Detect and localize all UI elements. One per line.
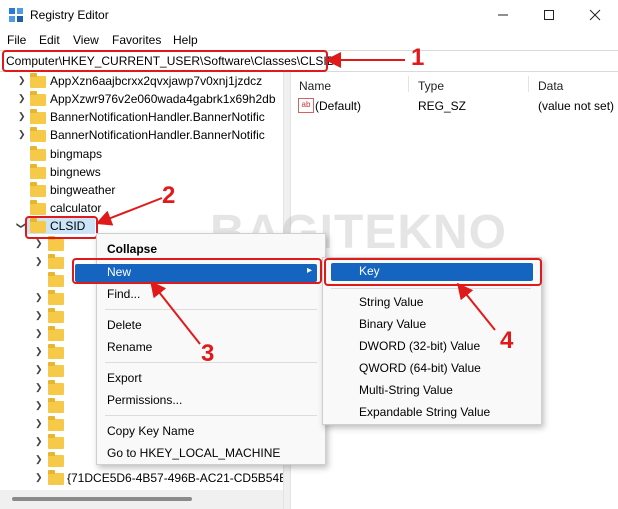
annotation-arrows <box>95 52 496 345</box>
annotation-number-2: 2 <box>162 182 176 209</box>
annotation-arrow-2 <box>95 197 163 226</box>
annotation-number-3: 3 <box>201 340 215 367</box>
annotation-arrow-4 <box>456 282 496 331</box>
annotation-arrow-3 <box>150 280 201 345</box>
annotation-number-4: 4 <box>500 327 514 354</box>
annotation-number-1: 1 <box>411 44 425 71</box>
